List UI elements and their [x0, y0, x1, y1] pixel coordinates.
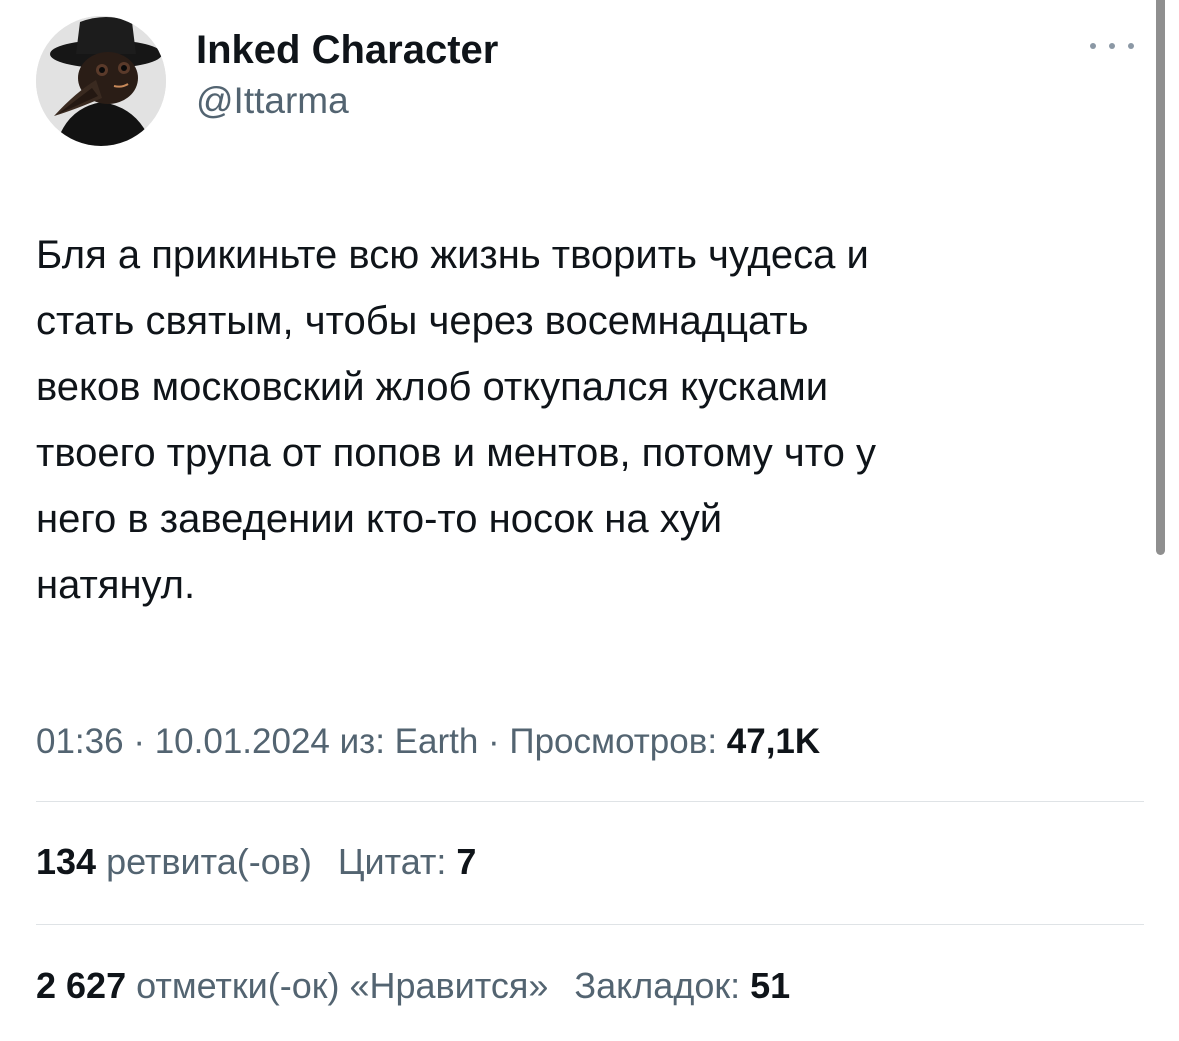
more-dots-icon — [1128, 43, 1134, 49]
scrollbar[interactable] — [1156, 0, 1165, 555]
avatar[interactable] — [36, 16, 166, 146]
retweets-label: ретвита(-ов) — [96, 841, 312, 882]
tweet-text-line: Бля а прикиньте всю жизнь творить чудеса… — [36, 233, 869, 277]
likes-label: отметки(-ок) «Нравится» — [126, 965, 549, 1006]
views-count: 47,1K — [726, 722, 821, 761]
likes-count: 2 627 — [36, 965, 127, 1006]
meta-separator: · — [478, 722, 510, 761]
quotes-label: Цитат: — [337, 841, 457, 882]
tweet-text-line: твоего трупа от попов и ментов, потому ч… — [36, 431, 876, 475]
tweet-time[interactable]: 01:36 — [36, 722, 124, 761]
bookmarks-stat[interactable]: Закладок: 51 — [574, 965, 790, 1006]
retweets-count: 134 — [36, 841, 97, 882]
retweet-quote-stats: 134 ретвита(-ов) Цитат: 7 — [36, 840, 476, 884]
quotes-count: 7 — [456, 841, 477, 882]
bookmarks-count: 51 — [750, 965, 791, 1006]
source-prefix: из: — [329, 722, 395, 761]
tweet-text: Бля а прикиньте всю жизнь творить чудеса… — [36, 222, 1146, 618]
tweet-source[interactable]: Earth — [395, 722, 479, 761]
views-label: Просмотров: — [509, 722, 727, 761]
handle[interactable]: @Ittarma — [196, 80, 349, 122]
quotes-stat[interactable]: Цитат: 7 — [338, 841, 477, 882]
display-name[interactable]: Inked Character — [196, 28, 498, 72]
bookmarks-label: Закладок: — [574, 965, 751, 1006]
tweet-meta: 01:36 · 10.01.2024 из: Earth · Просмотро… — [36, 720, 820, 764]
likes-bookmarks-stats: 2 627 отметки(-ок) «Нравится» Закладок: 5… — [36, 964, 790, 1008]
retweets-stat[interactable]: 134 ретвита(-ов) — [36, 841, 312, 882]
divider — [36, 924, 1144, 925]
divider — [36, 801, 1144, 802]
more-button[interactable] — [1090, 34, 1134, 58]
likes-stat[interactable]: 2 627 отметки(-ок) «Нравится» — [36, 965, 548, 1006]
more-dots-icon — [1109, 43, 1115, 49]
tweet-date[interactable]: 10.01.2024 — [155, 722, 330, 761]
tweet-text-line: натянул. — [36, 563, 196, 607]
plague-doctor-avatar-icon — [36, 16, 166, 146]
tweet-text-line: стать святым, чтобы через восемнадцать — [36, 299, 809, 343]
tweet-text-line: веков московский жлоб откупался кусками — [36, 365, 829, 409]
tweet-text-line: него в заведении кто-то носок на хуй — [36, 497, 723, 541]
more-dots-icon — [1090, 43, 1096, 49]
meta-separator: · — [123, 722, 155, 761]
